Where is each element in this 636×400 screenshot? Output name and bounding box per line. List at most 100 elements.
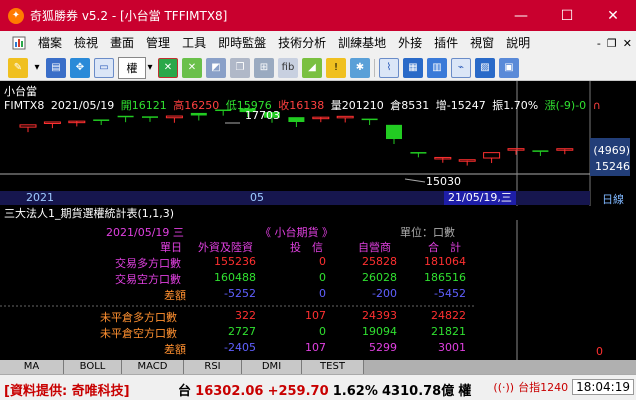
broadcast-icon[interactable]: ((·)) [493,381,514,394]
index-pct: 1.62% [332,384,378,399]
grid-icon[interactable]: ⊞ [254,57,274,78]
chart-green-icon[interactable]: ✕ [182,57,202,78]
copy-icon[interactable]: ❐ [230,57,250,78]
tab-ma[interactable]: MA [0,360,64,374]
panel-date: 2021/05/19 三 [106,226,184,239]
index-label: 台 [178,384,192,399]
ohlc-open: 開16121 [120,99,167,112]
row-value: 186516 [424,271,466,284]
index-ticker: 台 16302.06 +259.70 1.62% 4310.78億 權 [178,380,471,399]
row-value: 24393 [362,309,397,322]
ohlc-volume: 量201210 [330,99,384,112]
row-label: 差額 [164,343,186,356]
menu-plugins[interactable]: 插件 [428,31,464,55]
mdi-controls: - ❐ ✕ [597,31,632,55]
chart-menu-icon[interactable] [12,36,26,50]
eraser-icon[interactable]: ◢ [302,57,322,78]
fib-icon[interactable]: fib [278,57,298,78]
row-label: 未平倉多方口數 [100,311,177,324]
row-value: 26028 [362,271,397,284]
candle [19,124,37,128]
mdi-minimize-button[interactable]: - [597,37,601,50]
candle [288,117,305,123]
tab-rsi[interactable]: RSI [184,360,242,374]
chart-view-3-icon[interactable]: ▥ [427,57,447,78]
row-value: -5452 [434,287,466,300]
close-button[interactable]: ✕ [590,0,636,31]
move-icon[interactable]: ✥ [70,57,90,78]
chart-view-4-icon[interactable]: ⌁ [451,57,471,78]
candle [483,152,501,159]
drawing-icon[interactable]: ◩ [206,57,226,78]
quan-select[interactable]: 權 [118,56,146,79]
row-value: 0 [319,325,326,338]
xaxis-label-2021: 2021 [26,191,54,204]
menu-technical[interactable]: 技術分析 [272,31,332,55]
toolbar-separator [374,58,375,77]
ohlc-date: 2021/05/19 [50,99,115,112]
candle [386,124,402,140]
tab-dmi[interactable]: DMI [242,360,302,374]
menu-file[interactable]: 檔案 [32,31,68,55]
yaxis-last-price: 15246 [595,160,630,173]
dropdown-arrow-icon[interactable]: ▾ [146,58,154,78]
row-value: 25828 [362,255,397,268]
warning-icon[interactable]: ! [326,57,346,78]
panel-product: 《 小台期貨 》 [260,226,333,239]
index-change: +259.70 [267,384,329,399]
row-value: 0 [319,271,326,284]
chart-view-6-icon[interactable]: ▣ [499,57,519,78]
ohlc-amplitude: 振1.70% [492,99,539,112]
data-provider-label: [資料提供: 奇唯科技] [4,384,130,399]
menu-training[interactable]: 訓練基地 [332,31,392,55]
menu-tools[interactable]: 工具 [176,31,212,55]
tab-test[interactable]: TEST [302,360,364,374]
menu-external[interactable]: 外接 [392,31,428,55]
ohlc-readout: FIMTX8 2021/05/19 開16121 高16250 低15976 收… [4,97,604,113]
menu-manage[interactable]: 管理 [140,31,176,55]
tools-icon[interactable]: ✱ [350,57,370,78]
candle [190,112,207,116]
row-value: -200 [372,287,397,300]
panel-title: 三大法人1_期貨選權統計表(1,1,3) [4,207,175,220]
row-value: 2727 [228,325,256,338]
high-annotation-label: 17703 [245,109,280,122]
chart-view-2-icon[interactable]: ▦ [403,57,423,78]
tab-boll[interactable]: BOLL [64,360,122,374]
xaxis-label-05: 05 [250,191,264,204]
layout-icon[interactable]: ▭ [94,57,114,78]
save-icon[interactable]: ▤ [46,57,66,78]
panel-side-value: 0 [596,345,603,358]
menu-realtime[interactable]: 即時監盤 [212,31,272,55]
menu-help[interactable]: 說明 [500,31,536,55]
menu-window[interactable]: 視窗 [464,31,500,55]
title-bar: ✦ 奇狐勝券 v5.2 - [小台當 TFFIMTX8] — ☐ ✕ [0,0,636,31]
maximize-button[interactable]: ☐ [544,0,590,31]
low-annotation-line [404,178,426,183]
fox-icon: ✦ [8,7,24,24]
row-value: 5299 [369,341,397,354]
pencil-icon[interactable]: ✎ [8,57,28,78]
chart-red-icon[interactable]: ✕ [158,57,178,78]
price-chart[interactable]: 小台當 FIMTX8 2021/05/19 開16121 高16250 低159… [0,81,636,206]
tab-macd[interactable]: MACD [122,360,184,374]
chart-view-5-icon[interactable]: ▨ [475,57,495,78]
chart-view-1-icon[interactable]: ⌇ [379,57,399,78]
ohlc-oi: 倉8531 [390,99,430,112]
index-volume: 4310.78億 [382,384,455,399]
period-label[interactable]: 日線 [590,191,636,206]
mdi-close-button[interactable]: ✕ [623,37,632,50]
dropdown-arrow-icon[interactable]: ▾ [32,58,42,78]
mdi-restore-button[interactable]: ❐ [607,37,617,50]
col-header-trust: 投 信 [290,241,323,254]
row-label: 交易空方口數 [115,273,181,286]
row-value: 24822 [431,309,466,322]
futures-index-label: 台指1240 [518,381,569,394]
menu-view[interactable]: 檢視 [68,31,104,55]
row-value: 21821 [431,325,466,338]
menu-screen[interactable]: 畫面 [104,31,140,55]
toolbar: ✎ ▾ ▤ ✥ ▭ 權 ▾ ✕ ✕ ◩ ❐ ⊞ fib ◢ ! ✱ ⌇ ▦ ▥ … [0,55,636,81]
row-value: 3001 [438,341,466,354]
minimize-button[interactable]: — [498,0,544,31]
row-value: 0 [319,287,326,300]
